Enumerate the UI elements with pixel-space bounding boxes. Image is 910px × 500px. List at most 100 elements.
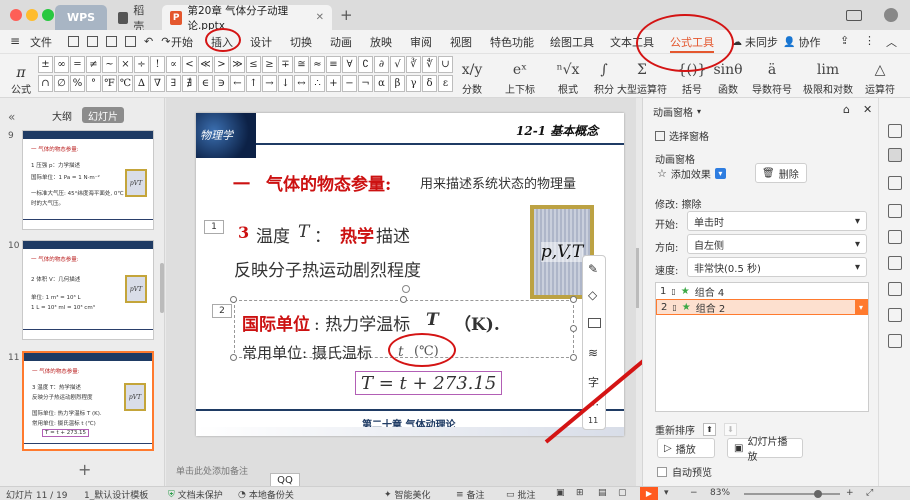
- symbol-button[interactable]: →: [262, 75, 277, 92]
- play-slideshow-button[interactable]: ▶: [640, 487, 658, 500]
- play-button[interactable]: ▷ 播放: [657, 438, 715, 458]
- symbol-button[interactable]: ℉: [102, 75, 117, 92]
- zoom-level[interactable]: 83%: [710, 488, 730, 498]
- move-up-icon[interactable]: ⬆: [703, 423, 716, 436]
- symbol-button[interactable]: ∋: [214, 75, 229, 92]
- symbol-button[interactable]: !: [150, 56, 165, 73]
- sync-status[interactable]: ☁ 未同步: [732, 34, 778, 50]
- menu-special-features[interactable]: 特色功能: [490, 34, 534, 50]
- symbol-button[interactable]: ∇: [150, 75, 165, 92]
- menu-transition[interactable]: 切换: [290, 34, 312, 50]
- qq-button[interactable]: QQ: [270, 473, 300, 487]
- zoom-slider-thumb[interactable]: [814, 490, 822, 498]
- symbol-button[interactable]: ∩: [38, 75, 53, 92]
- fit-window-icon[interactable]: ⤢: [866, 488, 873, 498]
- symbol-button[interactable]: ←: [230, 75, 245, 92]
- symbol-button[interactable]: ≈: [310, 56, 325, 73]
- reading-view-icon[interactable]: ▤: [598, 488, 607, 498]
- animation-icon[interactable]: [888, 148, 902, 162]
- export-pdf-icon[interactable]: [87, 36, 98, 47]
- animation-tag-1[interactable]: 1: [204, 220, 224, 234]
- panel-scrollbar[interactable]: [160, 263, 164, 313]
- animation-item-selected[interactable]: 2 ▯ ★ 组合 2 ▾: [656, 299, 868, 315]
- slide-thumbnail-11[interactable]: 一 气体的物态参量: 3 温度 T：热学描述 反映分子热运动剧烈程度 国际单位:…: [22, 351, 154, 451]
- symbol-button[interactable]: ∂: [374, 56, 389, 73]
- maximize-window-button[interactable]: [42, 9, 54, 21]
- beautify-button[interactable]: ✦ 智能美化: [384, 488, 431, 500]
- symbol-button[interactable]: ε: [438, 75, 453, 92]
- rotate-handle[interactable]: [402, 285, 410, 293]
- symbol-button[interactable]: ∅: [54, 75, 69, 92]
- symbol-button[interactable]: ∈: [198, 75, 213, 92]
- tab-document[interactable]: P 第20章 气体分子动理论.pptx ✕: [162, 5, 332, 32]
- sorter-view-icon[interactable]: ⊞: [576, 488, 584, 498]
- preview-icon[interactable]: [125, 36, 136, 47]
- symbol-button[interactable]: ∁: [358, 56, 373, 73]
- tool-0-button[interactable]: x/y 分数: [452, 56, 492, 96]
- slideshow-button[interactable]: ▣ 幻灯片播放: [727, 437, 803, 463]
- avatar[interactable]: [884, 8, 898, 22]
- pen-icon[interactable]: ✎: [588, 262, 598, 276]
- tool-1-button[interactable]: eˣ 上下标: [500, 56, 540, 96]
- symbol-button[interactable]: ~: [102, 56, 117, 73]
- symbol-button[interactable]: ↑: [246, 75, 261, 92]
- speed-select[interactable]: 非常快(0.5 秒) ▾: [687, 257, 867, 277]
- delete-effect-button[interactable]: 🗑 删除: [755, 163, 807, 183]
- chevron-down-icon[interactable]: ▾: [697, 107, 701, 116]
- symbol-button[interactable]: ∓: [278, 56, 293, 73]
- symbol-button[interactable]: ∝: [166, 56, 181, 73]
- tool-8-button[interactable]: lim 极限和对数: [803, 56, 853, 96]
- tab-close-icon[interactable]: ✕: [316, 12, 324, 23]
- animation-tag-2[interactable]: 2: [212, 304, 232, 318]
- add-slide-button[interactable]: +: [78, 460, 91, 479]
- editor-scrollbar[interactable]: [636, 248, 639, 308]
- symbol-button[interactable]: ∜: [422, 56, 437, 73]
- zoom-in-icon[interactable]: +: [846, 488, 854, 498]
- formula-box[interactable]: T = t + 273.15: [355, 371, 503, 395]
- tab-outline[interactable]: 大纲: [46, 107, 78, 123]
- symbol-button[interactable]: ÷: [134, 56, 149, 73]
- more-icon[interactable]: ⋮: [864, 34, 875, 47]
- resize-handle[interactable]: [230, 296, 237, 303]
- add-effect-button[interactable]: ☆ 添加效果 ▾: [657, 166, 726, 181]
- chevron-down-icon[interactable]: ▾: [855, 300, 867, 314]
- tool-2-button[interactable]: ⁿ√x 根式: [548, 56, 588, 96]
- symbol-button[interactable]: ¬: [358, 75, 373, 92]
- comments-button[interactable]: ▭ 批注: [506, 488, 536, 500]
- symbol-button[interactable]: ↔: [294, 75, 309, 92]
- move-down-icon[interactable]: ⬇: [724, 423, 737, 436]
- tab-daoke[interactable]: 稻壳: [110, 4, 160, 33]
- normal-view-icon[interactable]: ▣: [556, 488, 565, 498]
- tab-slides[interactable]: 幻灯片: [82, 107, 124, 123]
- symbol-button[interactable]: ∄: [182, 75, 197, 92]
- slideshow-view-icon[interactable]: ▢: [618, 488, 627, 498]
- direction-select[interactable]: 自左侧 ▾: [687, 234, 867, 254]
- new-tab-button[interactable]: +: [340, 6, 353, 24]
- menu-drawing-tools[interactable]: 绘图工具: [550, 34, 594, 50]
- window-layout-icon[interactable]: [846, 10, 862, 21]
- settings-icon[interactable]: [888, 124, 902, 138]
- redo-icon[interactable]: ↷: [161, 35, 170, 48]
- slide-thumbnail-9[interactable]: 一 气体的物态参量: 1 压强 p：力学描述 国际单位：1 Pa = 1 N·m…: [22, 130, 154, 230]
- notes-button[interactable]: ≡ 备注: [456, 488, 485, 500]
- symbol-button[interactable]: ↓: [278, 75, 293, 92]
- collaborate-button[interactable]: 👤 协作: [783, 34, 820, 50]
- start-select[interactable]: 单击时 ▾: [687, 211, 867, 231]
- symbol-button[interactable]: ∃: [166, 75, 181, 92]
- notes-placeholder[interactable]: 单击此处添加备注: [176, 464, 248, 477]
- symbol-button[interactable]: ℃: [118, 75, 133, 92]
- undo-icon[interactable]: ↶: [144, 35, 153, 48]
- share-icon[interactable]: ⇪: [840, 34, 849, 47]
- text-icon[interactable]: [888, 334, 902, 348]
- property-icon[interactable]: [888, 204, 902, 218]
- symbol-button[interactable]: ≅: [294, 56, 309, 73]
- checkbox[interactable]: [657, 466, 667, 477]
- chart-icon[interactable]: [888, 308, 902, 322]
- save-icon[interactable]: [68, 36, 79, 47]
- symbol-button[interactable]: −: [342, 75, 357, 92]
- symbol-button[interactable]: δ: [422, 75, 437, 92]
- symbol-button[interactable]: ∀: [342, 56, 357, 73]
- symbol-button[interactable]: ±: [38, 56, 53, 73]
- menu-view[interactable]: 视图: [450, 34, 472, 50]
- symbol-button[interactable]: ≡: [326, 56, 341, 73]
